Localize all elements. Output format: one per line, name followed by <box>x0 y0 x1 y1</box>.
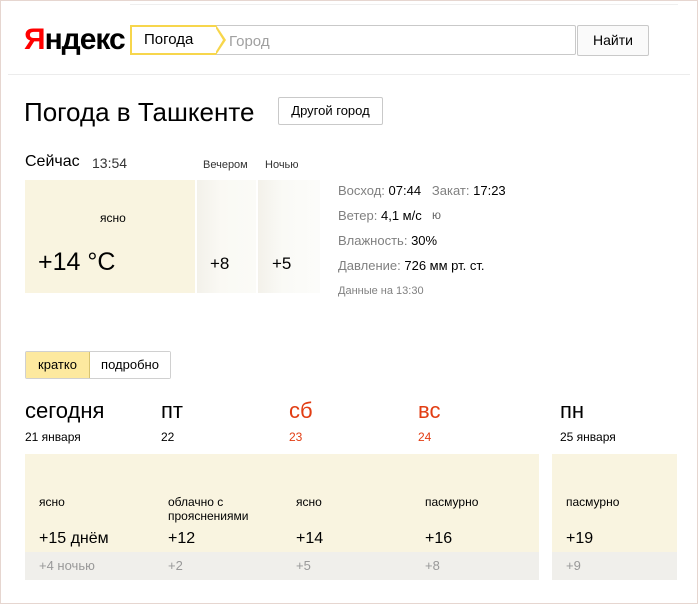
forecast-day-temp: +19 <box>566 530 594 547</box>
other-city-button[interactable]: Другой город <box>278 97 383 125</box>
humidity-label: Влажность: <box>338 233 408 248</box>
forecast-condition: ясно <box>39 495 65 509</box>
day-name: сб <box>289 398 313 423</box>
city-search-input[interactable] <box>227 29 561 53</box>
forecast-day-temp: +12 <box>168 530 196 547</box>
forecast-condition: пасмурно <box>425 495 479 509</box>
sunrise-time: 07:44 <box>388 183 422 198</box>
evening-panel <box>197 180 256 293</box>
humidity-value: 30% <box>411 233 438 248</box>
logo-letter: Я <box>24 23 46 56</box>
evening-temperature: +8 <box>210 254 230 273</box>
night-temperature: +5 <box>272 254 292 273</box>
search-box: Погода <box>130 25 576 55</box>
forecast-condition: пасмурно <box>566 495 620 509</box>
now-label: Сейчас <box>25 153 80 170</box>
day-date: 24 <box>418 430 432 444</box>
data-timestamp: Данные на 13:30 <box>338 285 424 297</box>
logo-rest: ндекс <box>44 23 126 56</box>
forecast-condition: облачно с прояснениями <box>168 495 249 523</box>
day-date: 21 января <box>25 430 81 444</box>
sunset-label: Закат: <box>431 183 470 198</box>
forecast-night-temp: +5 <box>296 558 311 573</box>
humidity-info: Влажность: 30% <box>338 233 437 248</box>
forecast-night-temp: +4 ночью <box>39 558 95 573</box>
now-time: 13:54 <box>92 155 128 171</box>
forecast-night-temp: +8 <box>425 558 440 573</box>
current-condition: ясно <box>100 211 126 225</box>
day-name: сегодня <box>25 398 105 423</box>
day-date: 25 января <box>560 430 616 444</box>
sunset-time: 17:23 <box>473 183 506 198</box>
pressure-label: Давление: <box>338 258 401 273</box>
wind-speed: 4,1 м/с <box>380 208 422 223</box>
day-name: пт <box>161 398 183 423</box>
wind-info: Ветер: 4,1 м/с <box>338 208 422 223</box>
view-toggle: кратко подробно <box>25 351 171 379</box>
detailed-view-button[interactable]: подробно <box>90 352 170 378</box>
pressure-value: 726 мм рт. ст. <box>404 258 485 273</box>
evening-label: Вечером <box>203 159 248 171</box>
pressure-info: Давление: 726 мм рт. ст. <box>338 258 484 273</box>
forecast-night-temp: +2 <box>168 558 183 573</box>
wind-label: Ветер: <box>338 208 378 223</box>
day-date: 23 <box>289 430 303 444</box>
day-name: вс <box>418 398 441 423</box>
day-date: 22 <box>161 430 175 444</box>
forecast-night-strip <box>25 552 539 580</box>
forecast-condition: ясно <box>296 495 322 509</box>
night-label: Ночью <box>265 159 299 171</box>
night-panel <box>258 180 320 293</box>
find-button[interactable]: Найти <box>577 25 649 56</box>
current-temperature: +14 °C <box>38 248 116 276</box>
forecast-day-temp: +16 <box>425 530 453 547</box>
wind-direction: ю <box>432 208 441 222</box>
page-title: Погода в Ташкенте <box>24 97 255 127</box>
sunrise-label: Восход: <box>338 183 385 198</box>
brief-view-button[interactable]: кратко <box>26 352 90 378</box>
top-rule <box>130 4 678 5</box>
day-name: пн <box>560 398 585 423</box>
yandex-logo[interactable]: Яндекс <box>24 23 126 56</box>
header-divider <box>8 74 690 75</box>
forecast-day-temp: +14 <box>296 530 324 547</box>
sun-info: Восход: 07:44 Закат: 17:23 <box>338 183 506 198</box>
forecast-night-temp: +9 <box>566 558 581 573</box>
search-service-tag[interactable]: Погода <box>130 25 226 55</box>
forecast-day-temp: +15 днём <box>39 530 109 547</box>
